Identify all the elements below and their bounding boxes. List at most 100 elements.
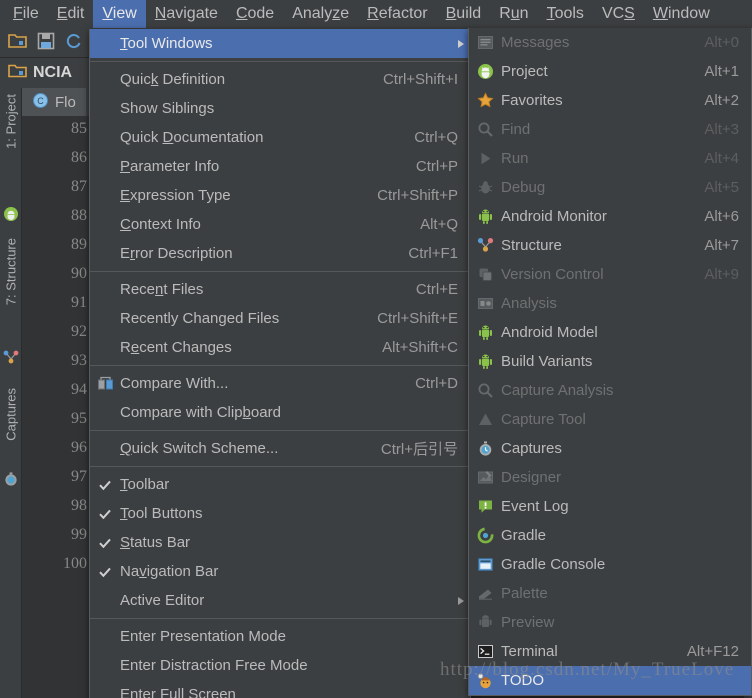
android-head-icon bbox=[3, 206, 19, 226]
view-menu-item-compare-with[interactable]: Compare With... Ctrl+D bbox=[90, 369, 470, 398]
menu-separator bbox=[90, 618, 470, 619]
tool-window-item-captures[interactable]: Captures bbox=[469, 434, 751, 463]
view-menu-item-expression-type[interactable]: Expression Type Ctrl+Shift+P bbox=[90, 181, 470, 210]
view-menu-item-enter-distraction-free-mode[interactable]: Enter Distraction Free Mode bbox=[90, 651, 470, 680]
menubar-item-tools[interactable]: Tools bbox=[538, 0, 593, 28]
menu-icon-slot bbox=[90, 65, 120, 94]
tool-window-item-build-variants[interactable]: Build Variants bbox=[469, 347, 751, 376]
menu-icon-slot bbox=[90, 680, 120, 698]
menu-icon-slot bbox=[90, 333, 120, 362]
module-folder-icon bbox=[8, 63, 27, 83]
save-icon[interactable] bbox=[37, 32, 55, 54]
tool-window-label: Android Monitor bbox=[501, 208, 607, 225]
line-number: 98 bbox=[71, 497, 87, 514]
view-menu-item-show-siblings[interactable]: Show Siblings bbox=[90, 94, 470, 123]
tool-window-item-preview[interactable]: Preview bbox=[469, 608, 751, 637]
tool-window-item-capture-analysis[interactable]: Capture Analysis bbox=[469, 376, 751, 405]
tool-window-item-palette[interactable]: Palette bbox=[469, 579, 751, 608]
tool-window-label: Gradle bbox=[501, 527, 547, 544]
menubar-item-view[interactable]: View bbox=[93, 0, 146, 28]
line-number: 96 bbox=[71, 439, 87, 456]
menubar-item-code[interactable]: Code bbox=[227, 0, 283, 28]
tool-window-shortcut: Alt+1 bbox=[704, 63, 739, 80]
sync-icon[interactable] bbox=[65, 32, 83, 54]
event-log-icon bbox=[469, 492, 501, 521]
view-menu-item-enter-presentation-mode[interactable]: Enter Presentation Mode bbox=[90, 622, 470, 651]
tool-window-item-structure[interactable]: Structure Alt+7 bbox=[469, 231, 751, 260]
menu-icon-slot bbox=[90, 651, 120, 680]
menubar-item-vcs[interactable]: VCS bbox=[593, 0, 644, 28]
tool-window-item-designer[interactable]: Designer bbox=[469, 463, 751, 492]
menu-separator bbox=[90, 365, 470, 366]
menu-item-shortcut: Ctrl+E bbox=[415, 281, 458, 298]
tool-window-item-analysis[interactable]: Analysis bbox=[469, 289, 751, 318]
menubar-item-refactor[interactable]: Refactor bbox=[358, 0, 436, 28]
line-number: 93 bbox=[71, 352, 87, 369]
view-menu-item-recently-changed-files[interactable]: Recently Changed Files Ctrl+Shift+E bbox=[90, 304, 470, 333]
tool-window-item-gradle[interactable]: Gradle bbox=[469, 521, 751, 550]
tool-window-item-todo[interactable]: TODO bbox=[469, 666, 751, 695]
version-control-icon bbox=[469, 260, 501, 289]
tool-window-item-android-model[interactable]: Android Model bbox=[469, 318, 751, 347]
view-menu-item-tool-buttons[interactable]: Tool Buttons bbox=[90, 499, 470, 528]
menubar-item-navigate[interactable]: Navigate bbox=[146, 0, 227, 28]
tool-window-item-capture-tool[interactable]: Capture Tool bbox=[469, 405, 751, 434]
menu-item-label: Active Editor bbox=[120, 592, 205, 609]
view-menu-item-enter-full-screen[interactable]: Enter Full Screen bbox=[90, 680, 470, 698]
tool-window-item-terminal[interactable]: Terminal Alt+F12 bbox=[469, 637, 751, 666]
checkmark-icon bbox=[90, 528, 120, 557]
view-menu-item-compare-with-clipboard[interactable]: Compare with Clipboard bbox=[90, 398, 470, 427]
breadcrumb-project[interactable]: NCIA bbox=[33, 64, 72, 82]
view-menu-popup[interactable]: Tool Windows Quick Definition Ctrl+Shift+I… bbox=[89, 29, 471, 698]
view-menu-item-context-info[interactable]: Context Info Alt+Q bbox=[90, 210, 470, 239]
view-menu-item-quick-documentation[interactable]: Quick Documentation Ctrl+Q bbox=[90, 123, 470, 152]
tool-window-label: Version Control bbox=[501, 266, 604, 283]
view-menu-item-active-editor[interactable]: Active Editor bbox=[90, 586, 470, 615]
menu-item-label: Enter Distraction Free Mode bbox=[120, 657, 308, 674]
tool-window-item-event-log[interactable]: Event Log bbox=[469, 492, 751, 521]
tool-window-item-find[interactable]: Find Alt+3 bbox=[469, 115, 751, 144]
tool-window-item-favorites[interactable]: Favorites Alt+2 bbox=[469, 86, 751, 115]
menu-item-label: Quick Definition bbox=[120, 71, 226, 88]
view-menu-item-quick-switch-scheme[interactable]: Quick Switch Scheme... Ctrl+后引号 bbox=[90, 434, 470, 463]
view-menu-item-navigation-bar[interactable]: Navigation Bar bbox=[90, 557, 470, 586]
tool-window-item-android-monitor[interactable]: Android Monitor Alt+6 bbox=[469, 202, 751, 231]
view-menu-item-quick-definition[interactable]: Quick Definition Ctrl+Shift+I bbox=[90, 65, 470, 94]
captures-icon bbox=[469, 434, 501, 463]
menu-item-label: Compare With... bbox=[120, 375, 229, 392]
tool-window-item-debug[interactable]: Debug Alt+5 bbox=[469, 173, 751, 202]
menubar-item-build[interactable]: Build bbox=[437, 0, 491, 28]
editor-tab-flo[interactable]: C Flo bbox=[22, 88, 86, 116]
menu-item-label: Recent Changes bbox=[120, 339, 232, 356]
tool-window-label: Preview bbox=[501, 614, 555, 631]
sidebar-item-project[interactable]: 1: Project bbox=[0, 94, 22, 149]
tool-window-item-gradle-console[interactable]: Gradle Console bbox=[469, 550, 751, 579]
sidebar-item-structure[interactable]: 7: Structure bbox=[0, 238, 22, 305]
tool-window-shortcut: Alt+6 bbox=[704, 208, 739, 225]
menubar-item-analyze[interactable]: Analyze bbox=[283, 0, 358, 28]
menu-item-shortcut: Ctrl+后引号 bbox=[380, 441, 458, 458]
view-menu-item-tool-windows[interactable]: Tool Windows bbox=[90, 29, 470, 58]
sidebar-item-captures[interactable]: Captures bbox=[0, 388, 22, 441]
menubar-item-run[interactable]: Run bbox=[490, 0, 537, 28]
tool-window-label: Captures bbox=[501, 440, 562, 457]
structure-icon bbox=[469, 231, 501, 260]
tool-window-item-project[interactable]: Project Alt+1 bbox=[469, 57, 751, 86]
tool-window-item-messages[interactable]: Messages Alt+0 bbox=[469, 28, 751, 57]
menubar-item-edit[interactable]: Edit bbox=[48, 0, 94, 28]
tool-window-item-version-control[interactable]: Version Control Alt+9 bbox=[469, 260, 751, 289]
menubar-item-file[interactable]: File bbox=[4, 0, 48, 28]
view-menu-item-toolbar[interactable]: Toolbar bbox=[90, 470, 470, 499]
open-folder-icon[interactable] bbox=[8, 32, 27, 53]
view-menu-item-recent-files[interactable]: Recent Files Ctrl+E bbox=[90, 275, 470, 304]
menubar-item-window[interactable]: Window bbox=[644, 0, 719, 28]
view-menu-item-parameter-info[interactable]: Parameter Info Ctrl+P bbox=[90, 152, 470, 181]
menu-item-label: Compare with Clipboard bbox=[120, 404, 281, 421]
menu-separator bbox=[90, 430, 470, 431]
line-number: 85 bbox=[71, 120, 87, 137]
tool-windows-submenu-popup[interactable]: Messages Alt+0 Project Alt+1 Favorites Alt+2 F… bbox=[468, 28, 752, 696]
tool-window-item-run[interactable]: Run Alt+4 bbox=[469, 144, 751, 173]
view-menu-item-recent-changes[interactable]: Recent Changes Alt+Shift+C bbox=[90, 333, 470, 362]
view-menu-item-status-bar[interactable]: Status Bar bbox=[90, 528, 470, 557]
view-menu-item-error-description[interactable]: Error Description Ctrl+F1 bbox=[90, 239, 470, 268]
